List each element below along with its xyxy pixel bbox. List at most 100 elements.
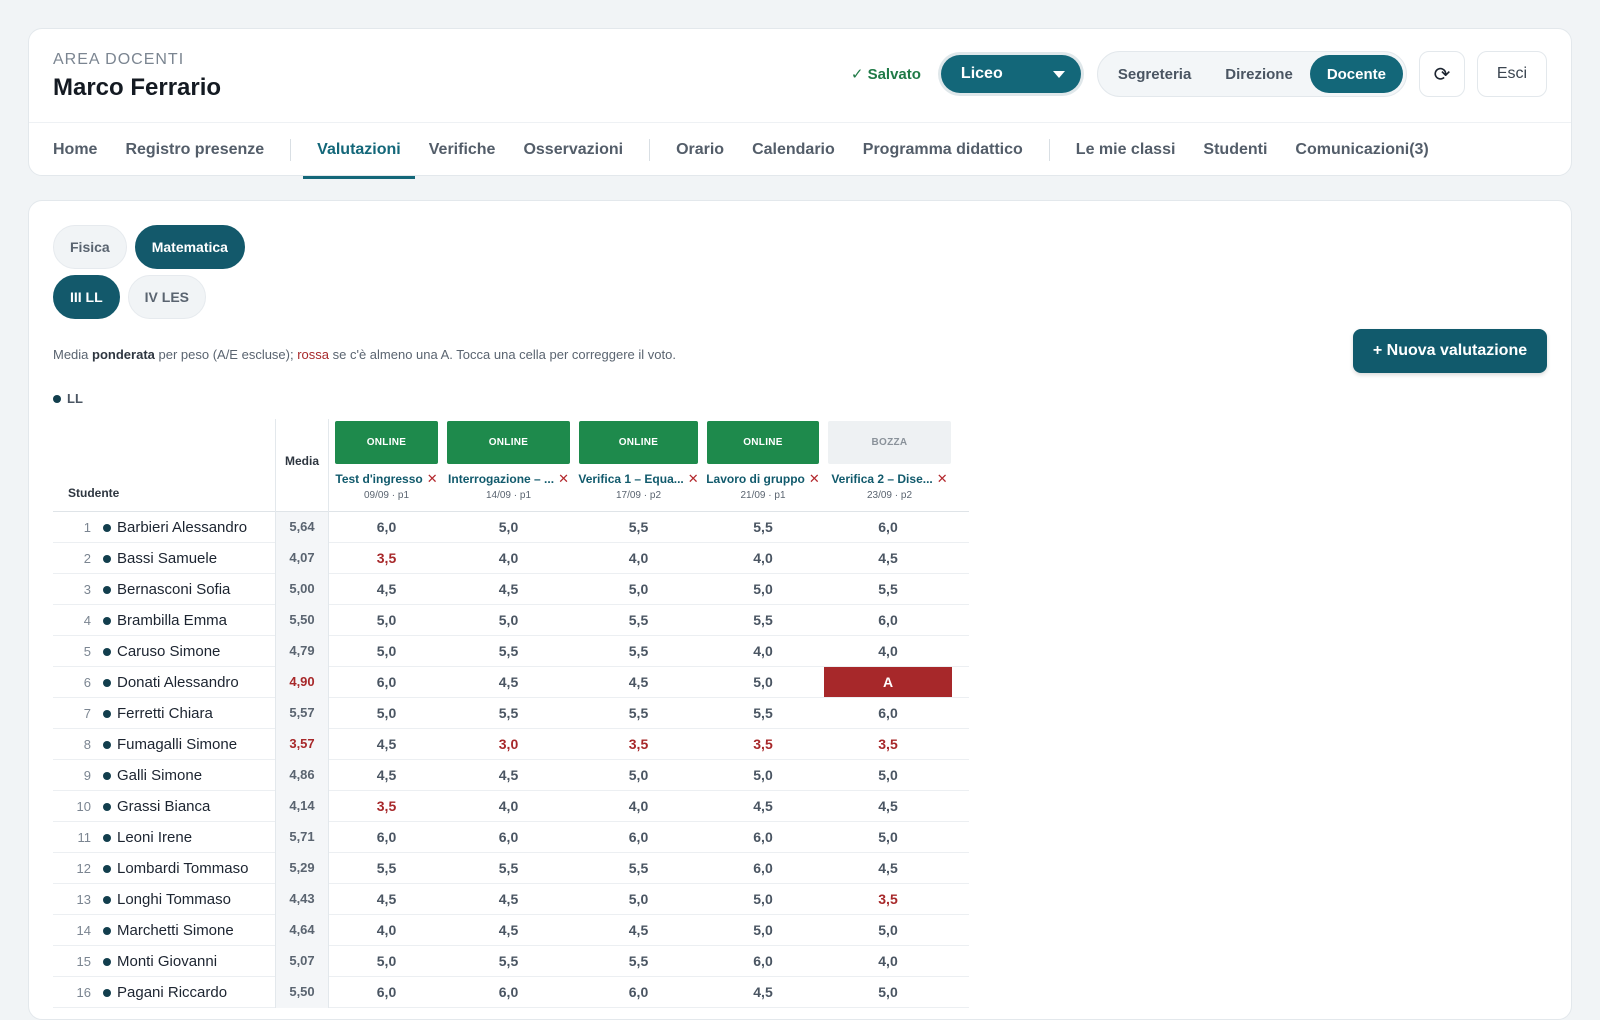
grade-cell[interactable]: 4,5 [443, 884, 574, 915]
grade-cell[interactable]: 4,5 [703, 977, 823, 1008]
grade-cell[interactable]: 4,5 [824, 791, 952, 822]
student-name[interactable]: Monti Giovanni [117, 946, 217, 977]
student-name[interactable]: Fumagalli Simone [117, 729, 237, 760]
grade-cell[interactable]: 4,5 [443, 574, 574, 605]
grade-cell[interactable]: 5,5 [575, 636, 702, 667]
nav-item-home[interactable]: Home [53, 123, 111, 178]
grade-cell[interactable]: 5,0 [331, 946, 442, 977]
grade-cell[interactable]: 5,0 [331, 698, 442, 729]
nav-item-calendario[interactable]: Calendario [738, 123, 849, 178]
grade-cell[interactable]: 4,0 [703, 636, 823, 667]
grade-cell[interactable]: 6,0 [443, 822, 574, 853]
role-segreteria[interactable]: Segreteria [1101, 55, 1208, 93]
grade-cell[interactable]: 4,5 [824, 853, 952, 884]
evaluation-column-header[interactable]: ONLINE Verifica 1 – Equa... ✕ 17/09 · p2 [578, 421, 699, 501]
student-name[interactable]: Longhi Tommaso [117, 884, 231, 915]
nav-item-verifiche[interactable]: Verifiche [415, 123, 510, 178]
evaluation-title[interactable]: Lavoro di gruppo ✕ [706, 471, 820, 487]
grade-cell[interactable]: 3,5 [703, 729, 823, 760]
grade-cell[interactable]: 5,0 [824, 822, 952, 853]
grade-cell[interactable]: 4,0 [575, 543, 702, 574]
evaluation-column-header[interactable]: ONLINE Test d'ingresso ✕ 09/09 · p1 [335, 421, 438, 501]
grade-cell[interactable]: 6,0 [703, 822, 823, 853]
student-name[interactable]: Galli Simone [117, 760, 202, 791]
delete-icon[interactable]: ✕ [688, 471, 699, 487]
student-name[interactable]: Bassi Samuele [117, 543, 217, 574]
new-evaluation-button[interactable]: + Nuova valutazione [1353, 329, 1547, 373]
grade-cell[interactable]: 4,5 [331, 884, 442, 915]
student-name[interactable]: Pagani Riccardo [117, 977, 227, 1008]
grade-cell[interactable]: 5,0 [443, 512, 574, 543]
grade-cell[interactable]: 5,5 [703, 512, 823, 543]
student-name[interactable]: Brambilla Emma [117, 605, 227, 636]
grade-cell[interactable]: 3,5 [824, 884, 952, 915]
grade-cell[interactable]: 4,5 [824, 543, 952, 574]
student-name[interactable]: Leoni Irene [117, 822, 192, 853]
grade-cell[interactable]: 4,5 [331, 729, 442, 760]
grade-cell[interactable]: 6,0 [703, 853, 823, 884]
grade-cell[interactable]: 5,0 [703, 760, 823, 791]
nav-item-comunicazioni-3-[interactable]: Comunicazioni(3) [1281, 123, 1442, 178]
grade-cell[interactable]: 5,5 [575, 853, 702, 884]
grade-cell[interactable]: 5,0 [824, 760, 952, 791]
student-name[interactable]: Bernasconi Sofia [117, 574, 230, 605]
grade-cell[interactable]: 6,0 [331, 667, 442, 698]
delete-icon[interactable]: ✕ [937, 471, 948, 487]
grade-cell[interactable]: 4,5 [443, 915, 574, 946]
grade-cell[interactable]: 6,0 [824, 698, 952, 729]
school-select[interactable]: Liceo [940, 55, 1081, 93]
nav-item-le-mie-classi[interactable]: Le mie classi [1062, 123, 1190, 178]
grade-cell[interactable]: 4,0 [824, 946, 952, 977]
student-name[interactable]: Ferretti Chiara [117, 698, 213, 729]
grade-cell[interactable]: 3,5 [331, 543, 442, 574]
grade-cell[interactable]: 5,0 [331, 636, 442, 667]
delete-icon[interactable]: ✕ [809, 471, 820, 487]
grade-cell[interactable]: 5,0 [703, 884, 823, 915]
grade-cell[interactable]: 5,5 [443, 853, 574, 884]
grade-cell[interactable]: 5,5 [575, 512, 702, 543]
grade-cell[interactable]: 4,0 [703, 543, 823, 574]
evaluation-title[interactable]: Interrogazione – ... ✕ [447, 471, 570, 487]
nav-item-orario[interactable]: Orario [662, 123, 738, 178]
evaluation-title[interactable]: Verifica 1 – Equa... ✕ [578, 471, 699, 487]
grade-cell[interactable]: 4,0 [443, 543, 574, 574]
grade-cell[interactable]: 4,5 [331, 760, 442, 791]
grade-cell[interactable]: 5,5 [443, 636, 574, 667]
grade-cell[interactable]: A [824, 667, 952, 697]
grade-cell[interactable]: 4,0 [331, 915, 442, 946]
grade-cell[interactable]: 5,5 [824, 574, 952, 605]
evaluation-column-header[interactable]: ONLINE Interrogazione – ... ✕ 14/09 · p1 [447, 421, 570, 501]
grade-cell[interactable]: 6,0 [331, 977, 442, 1008]
exit-button[interactable]: Esci [1477, 51, 1547, 97]
grade-cell[interactable]: 5,5 [331, 853, 442, 884]
grade-cell[interactable]: 5,5 [575, 946, 702, 977]
grade-cell[interactable]: 5,0 [824, 915, 952, 946]
class-pill-iii-ll[interactable]: III LL [53, 275, 120, 319]
grade-cell[interactable]: 3,5 [331, 791, 442, 822]
class-pill-iv-les[interactable]: IV LES [127, 275, 207, 319]
grade-cell[interactable]: 5,0 [575, 574, 702, 605]
grade-cell[interactable]: 6,0 [443, 977, 574, 1008]
nav-item-studenti[interactable]: Studenti [1189, 123, 1281, 178]
grade-cell[interactable]: 4,0 [575, 791, 702, 822]
student-name[interactable]: Donati Alessandro [117, 667, 239, 698]
grade-cell[interactable]: 5,0 [575, 760, 702, 791]
student-name[interactable]: Barbieri Alessandro [117, 512, 247, 543]
nav-item-registro-presenze[interactable]: Registro presenze [111, 123, 278, 178]
grade-cell[interactable]: 5,5 [443, 698, 574, 729]
grade-cell[interactable]: 3,5 [824, 729, 952, 760]
grade-cell[interactable]: 3,0 [443, 729, 574, 760]
grade-cell[interactable]: 5,0 [331, 605, 442, 636]
delete-icon[interactable]: ✕ [558, 471, 569, 487]
grade-cell[interactable]: 5,5 [443, 946, 574, 977]
role-docente[interactable]: Docente [1309, 55, 1403, 93]
grade-cell[interactable]: 5,5 [575, 605, 702, 636]
subject-pill-fisica[interactable]: Fisica [53, 225, 127, 269]
grade-cell[interactable]: 3,5 [575, 729, 702, 760]
evaluation-column-header[interactable]: ONLINE Lavoro di gruppo ✕ 21/09 · p1 [706, 421, 820, 501]
grade-cell[interactable]: 6,0 [824, 605, 952, 636]
grade-cell[interactable]: 4,0 [443, 791, 574, 822]
subject-pill-matematica[interactable]: Matematica [134, 225, 245, 269]
evaluation-column-header[interactable]: BOZZA Verifica 2 – Dise... ✕ 23/09 · p2 [828, 421, 951, 501]
grade-cell[interactable]: 4,5 [575, 667, 702, 698]
